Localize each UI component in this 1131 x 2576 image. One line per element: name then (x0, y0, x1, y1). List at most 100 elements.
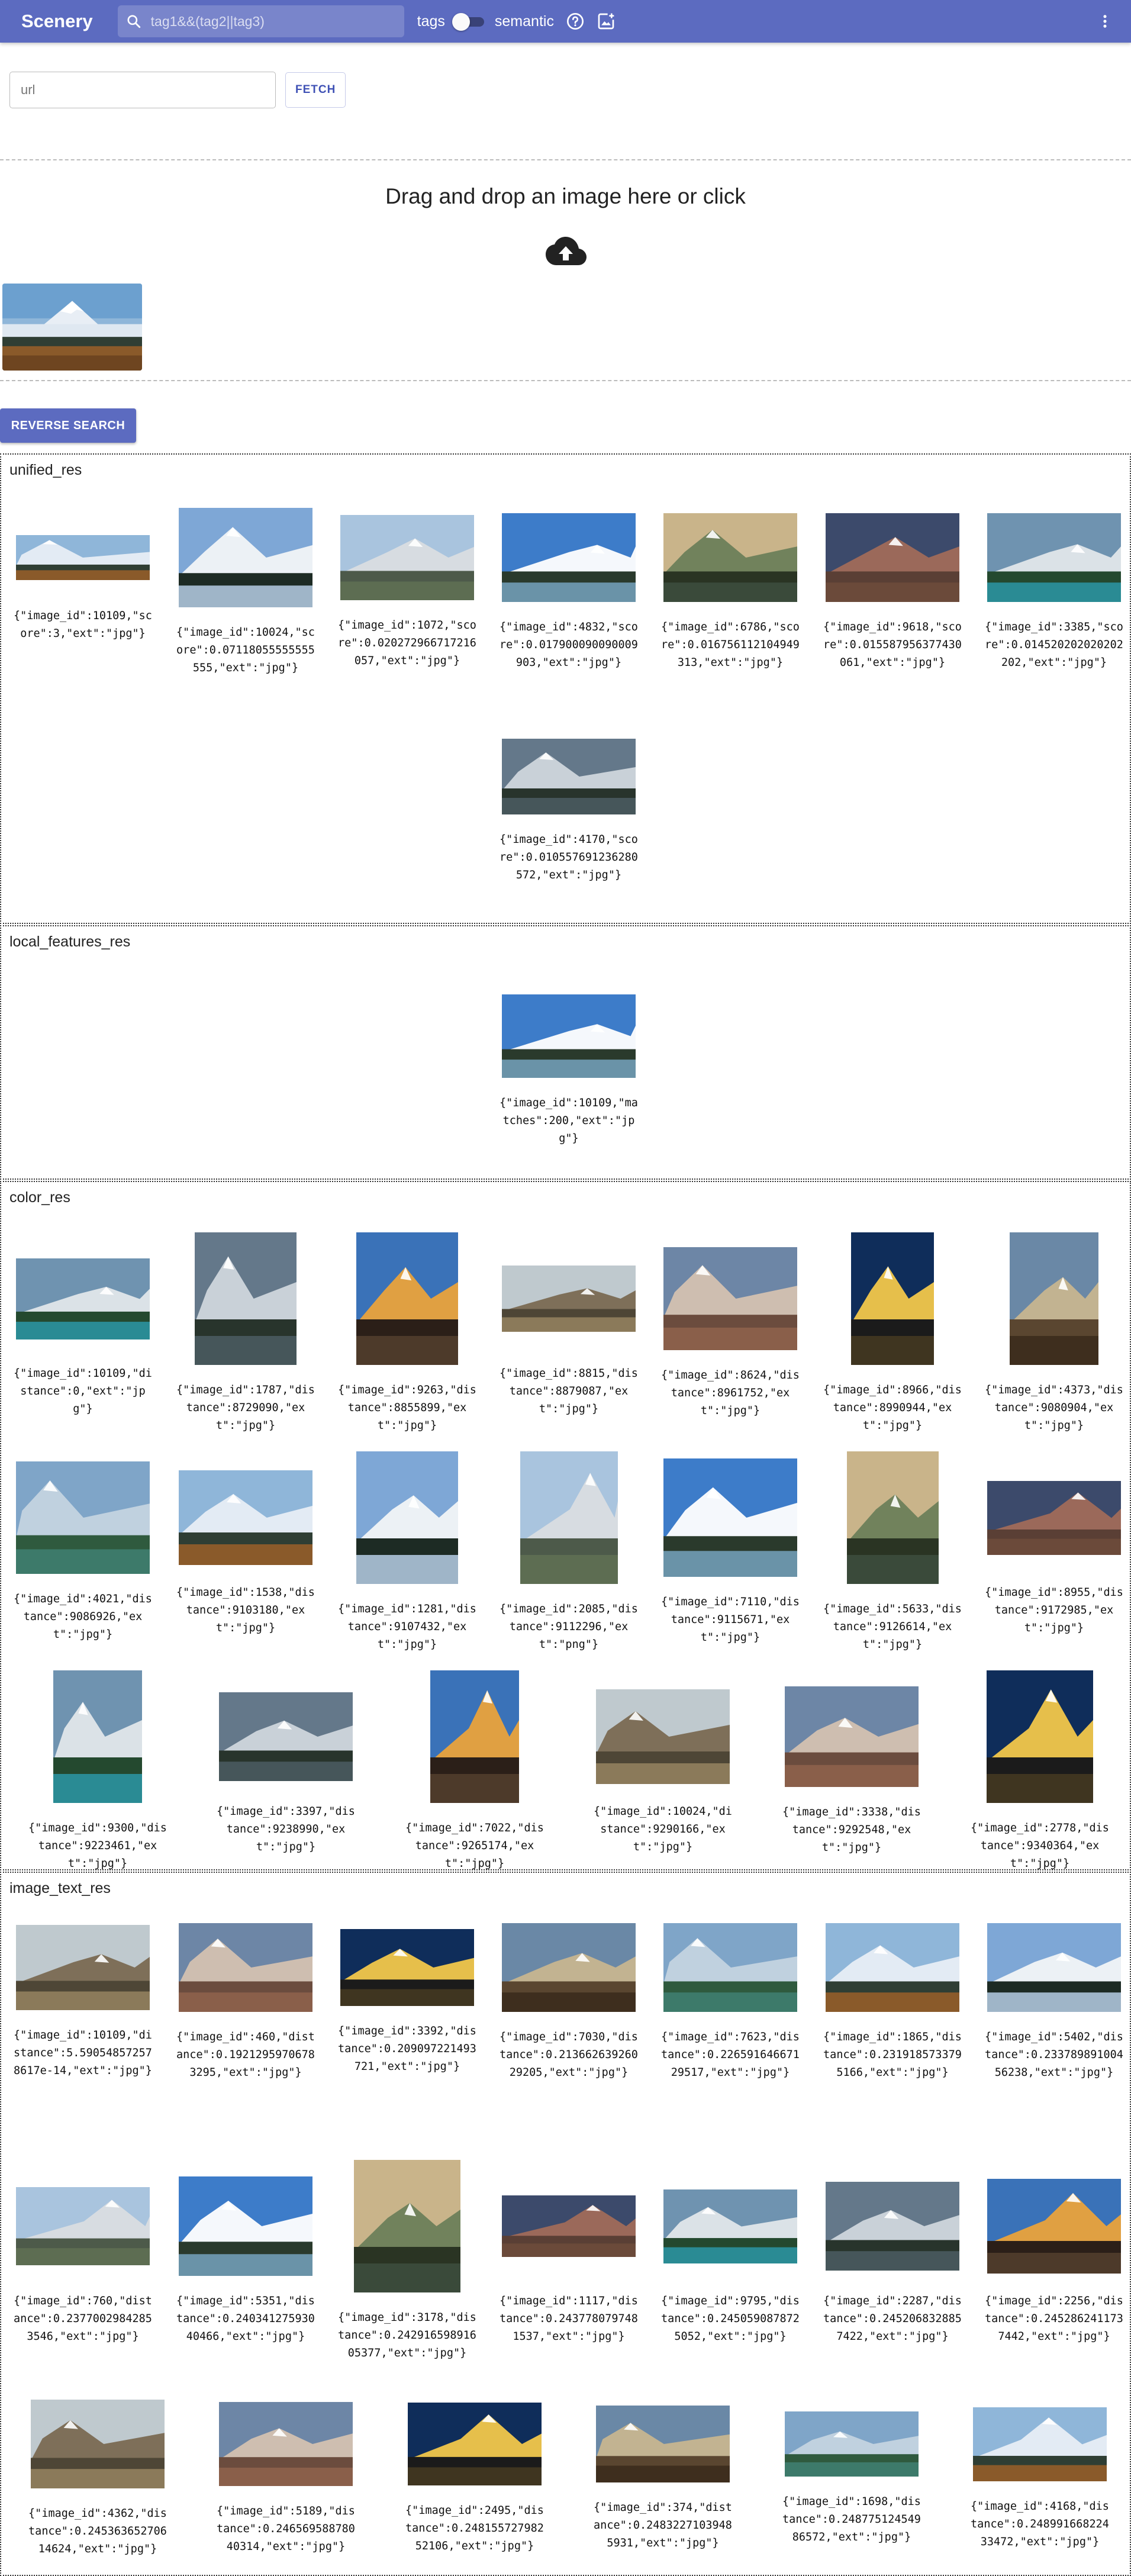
result-thumbnail[interactable] (987, 1923, 1121, 2012)
result-thumbnail[interactable] (663, 1458, 797, 1577)
search-box[interactable] (117, 5, 404, 37)
result-card[interactable]: {"image_id":10109,"distance":5.590548572… (12, 1923, 154, 2080)
result-card[interactable]: {"image_id":10109,"distance":0,"ext":"jp… (12, 1232, 154, 1418)
result-thumbnail[interactable] (16, 1461, 150, 1574)
result-card[interactable]: {"image_id":1072,"score":0.0202729667172… (336, 508, 478, 670)
result-card[interactable]: {"image_id":1865,"distance":0.2319185733… (821, 1923, 964, 2082)
result-thumbnail[interactable] (826, 2182, 959, 2271)
result-thumbnail[interactable] (663, 1247, 797, 1350)
result-thumbnail[interactable] (502, 739, 636, 814)
result-card[interactable]: {"image_id":4832,"score":0.0179000900900… (498, 508, 640, 672)
result-card[interactable]: {"image_id":4373,"distance":9080904,"ext… (983, 1232, 1125, 1435)
result-card[interactable]: {"image_id":10024,"distance":9290166,"ex… (592, 1670, 734, 1856)
result-card[interactable]: {"image_id":9263,"distance":8855899,"ext… (336, 1232, 478, 1435)
result-thumbnail[interactable] (973, 2407, 1107, 2481)
search-input[interactable] (150, 13, 388, 30)
result-card[interactable]: {"image_id":10109,"matches":200,"ext":"j… (498, 994, 640, 1148)
result-thumbnail[interactable] (16, 535, 150, 580)
result-thumbnail[interactable] (219, 2402, 353, 2486)
result-thumbnail[interactable] (179, 2176, 312, 2276)
result-thumbnail[interactable] (851, 1232, 934, 1365)
result-thumbnail[interactable] (179, 1923, 312, 2012)
result-thumbnail[interactable] (502, 994, 636, 1078)
result-thumbnail[interactable] (663, 513, 797, 602)
result-card[interactable]: {"image_id":9795,"distance":0.2450590878… (659, 2160, 801, 2346)
upload-image-button[interactable] (592, 7, 620, 36)
result-card[interactable]: {"image_id":7623,"distance":0.2265916466… (659, 1923, 801, 2082)
result-card[interactable]: {"image_id":8955,"distance":9172985,"ext… (983, 1451, 1125, 1637)
fetch-button[interactable]: FETCH (285, 72, 346, 108)
result-thumbnail[interactable] (179, 508, 312, 607)
result-card[interactable]: {"image_id":760,"distance":0.23770029842… (12, 2160, 154, 2346)
result-thumbnail[interactable] (785, 1686, 919, 1787)
help-button[interactable] (561, 7, 589, 36)
result-thumbnail[interactable] (987, 1480, 1121, 1555)
result-thumbnail[interactable] (356, 1232, 458, 1365)
result-thumbnail[interactable] (596, 2406, 730, 2482)
result-card[interactable]: {"image_id":4021,"distance":9086926,"ext… (12, 1451, 154, 1644)
result-card[interactable]: {"image_id":3178,"distance":0.2429165989… (336, 2160, 478, 2362)
result-card[interactable]: {"image_id":5402,"distance":0.2337898910… (983, 1923, 1125, 2082)
result-thumbnail[interactable] (179, 1470, 312, 1565)
result-card[interactable]: {"image_id":9300,"distance":9223461,"ext… (27, 1670, 169, 1873)
result-thumbnail[interactable] (340, 515, 474, 600)
result-thumbnail[interactable] (826, 513, 959, 602)
image-dropzone[interactable]: Drag and drop an image here or click (0, 159, 1131, 381)
result-card[interactable]: {"image_id":2778,"distance":9340364,"ext… (969, 1670, 1111, 1873)
result-card[interactable]: {"image_id":8966,"distance":8990944,"ext… (821, 1232, 964, 1435)
result-card[interactable]: {"image_id":5633,"distance":9126614,"ext… (821, 1451, 964, 1654)
result-card[interactable]: {"image_id":4170,"score":0.0105576912362… (498, 739, 640, 884)
result-thumbnail[interactable] (340, 1929, 474, 2006)
result-card[interactable]: {"image_id":8815,"distance":8879087,"ext… (498, 1232, 640, 1418)
url-input[interactable] (9, 72, 276, 108)
result-card[interactable]: {"image_id":1787,"distance":8729090,"ext… (175, 1232, 317, 1435)
more-menu-button[interactable] (1091, 7, 1119, 36)
result-thumbnail[interactable] (195, 1232, 297, 1365)
result-thumbnail[interactable] (219, 1692, 353, 1781)
result-thumbnail[interactable] (16, 1925, 150, 2010)
result-card[interactable]: {"image_id":2085,"distance":9112296,"ext… (498, 1451, 640, 1654)
result-card[interactable]: {"image_id":2256,"distance":0.2452862411… (983, 2160, 1125, 2346)
result-thumbnail[interactable] (663, 2189, 797, 2263)
result-thumbnail[interactable] (430, 1670, 519, 1803)
result-thumbnail[interactable] (354, 2160, 460, 2292)
reverse-search-button[interactable]: REVERSE SEARCH (0, 408, 136, 443)
result-thumbnail[interactable] (16, 2187, 150, 2265)
result-card[interactable]: {"image_id":2495,"distance":0.2481557279… (404, 2400, 546, 2555)
result-card[interactable]: {"image_id":3392,"distance":0.2090972214… (336, 1923, 478, 2076)
result-card[interactable]: {"image_id":10109,"score":3,"ext":"jpg"} (12, 508, 154, 643)
result-card[interactable]: {"image_id":1538,"distance":9103180,"ext… (175, 1451, 317, 1637)
result-thumbnail[interactable] (356, 1451, 458, 1584)
result-thumbnail[interactable] (16, 1258, 150, 1339)
result-card[interactable]: {"image_id":374,"distance":0.24832271039… (592, 2400, 734, 2552)
result-card[interactable]: {"image_id":3338,"distance":9292548,"ext… (781, 1670, 923, 1857)
result-card[interactable]: {"image_id":1281,"distance":9107432,"ext… (336, 1451, 478, 1654)
result-thumbnail[interactable] (785, 2411, 919, 2477)
result-card[interactable]: {"image_id":3385,"score":0.0145202020202… (983, 508, 1125, 672)
result-thumbnail[interactable] (520, 1451, 618, 1584)
result-thumbnail[interactable] (408, 2403, 542, 2485)
result-card[interactable]: {"image_id":5351,"distance":0.2403412759… (175, 2160, 317, 2346)
tags-switch[interactable] (452, 11, 488, 31)
result-card[interactable]: {"image_id":7022,"distance":9265174,"ext… (404, 1670, 546, 1873)
result-thumbnail[interactable] (53, 1670, 142, 1803)
result-thumbnail[interactable] (1010, 1232, 1098, 1365)
result-thumbnail[interactable] (987, 1670, 1093, 1803)
result-thumbnail[interactable] (31, 2400, 165, 2488)
result-card[interactable]: {"image_id":2287,"distance":0.2452068328… (821, 2160, 964, 2346)
result-thumbnail[interactable] (502, 513, 636, 602)
result-card[interactable]: {"image_id":7030,"distance":0.2136626392… (498, 1923, 640, 2082)
result-thumbnail[interactable] (663, 1923, 797, 2012)
result-card[interactable]: {"image_id":3397,"distance":9238990,"ext… (215, 1670, 357, 1856)
result-card[interactable]: {"image_id":10024,"score":0.071180555555… (175, 508, 317, 677)
result-thumbnail[interactable] (846, 1451, 939, 1584)
result-card[interactable]: {"image_id":5189,"distance":0.2465695887… (215, 2400, 357, 2556)
result-card[interactable]: {"image_id":8624,"distance":8961752,"ext… (659, 1232, 801, 1420)
result-thumbnail[interactable] (596, 1689, 730, 1784)
result-thumbnail[interactable] (502, 2195, 636, 2257)
result-card[interactable]: {"image_id":4362,"distance":0.2453636527… (27, 2400, 169, 2558)
result-card[interactable]: {"image_id":7110,"distance":9115671,"ext… (659, 1451, 801, 1647)
result-card[interactable]: {"image_id":1698,"distance":0.2487751245… (781, 2400, 923, 2546)
result-thumbnail[interactable] (987, 513, 1121, 602)
result-thumbnail[interactable] (826, 1923, 959, 2012)
